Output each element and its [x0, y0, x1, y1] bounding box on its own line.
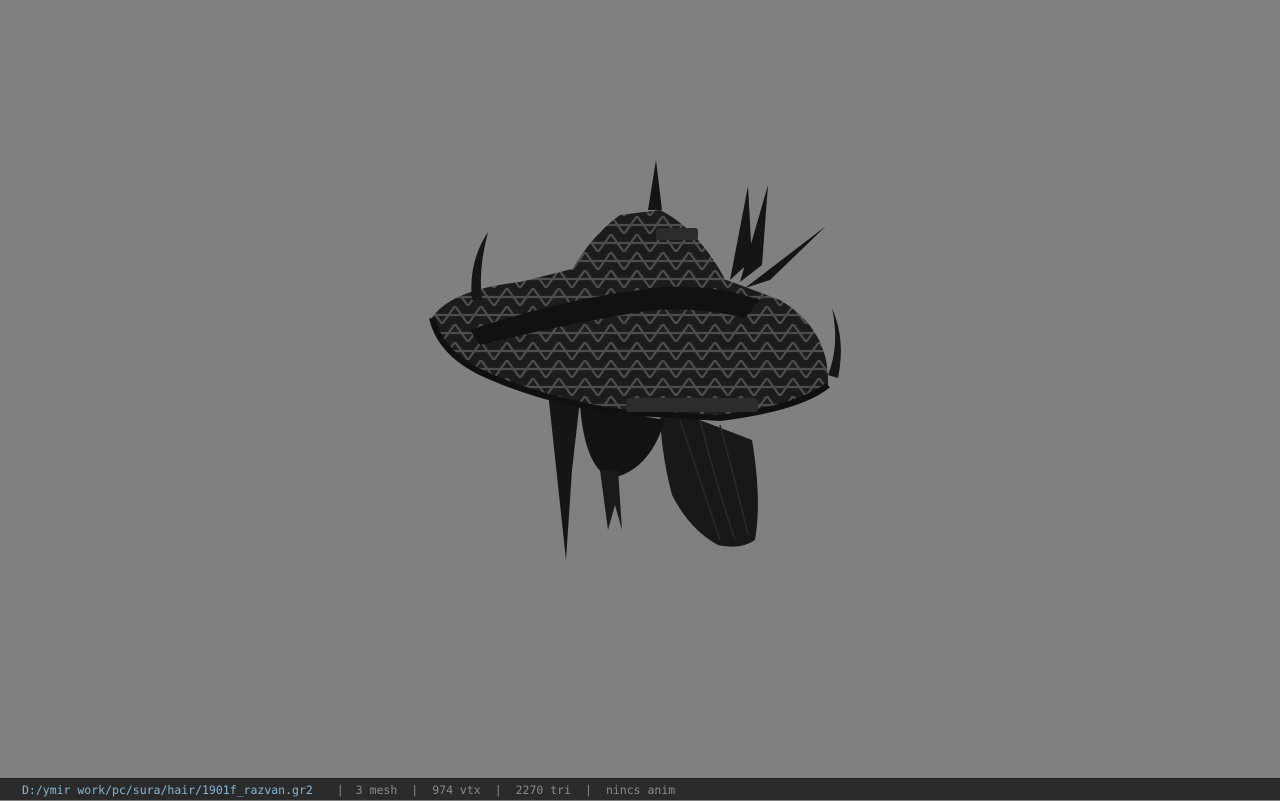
separator: |: [494, 783, 502, 797]
hair-strand-left: [548, 392, 580, 560]
hair-back: [660, 405, 758, 547]
brim-bar: [626, 398, 758, 412]
vertex-count: 974 vtx: [432, 783, 481, 797]
mesh-count: 3 mesh: [355, 783, 398, 797]
ribbon: [600, 470, 622, 530]
separator: |: [336, 783, 344, 797]
anim-status: nincs anim: [605, 783, 676, 797]
file-path: D:/ymir work/pc/sura/hair/1901f_razvan.g…: [22, 783, 313, 797]
3d-viewport[interactable]: [0, 0, 1280, 778]
hat-hair-model[interactable]: [0, 0, 1280, 778]
triangle-count: 2270 tri: [515, 783, 572, 797]
status-bar: D:/ymir work/pc/sura/hair/1901f_razvan.g…: [0, 778, 1280, 800]
separator: |: [411, 783, 419, 797]
separator: |: [585, 783, 592, 797]
spike-right: [828, 308, 841, 378]
spike-top: [648, 160, 662, 210]
